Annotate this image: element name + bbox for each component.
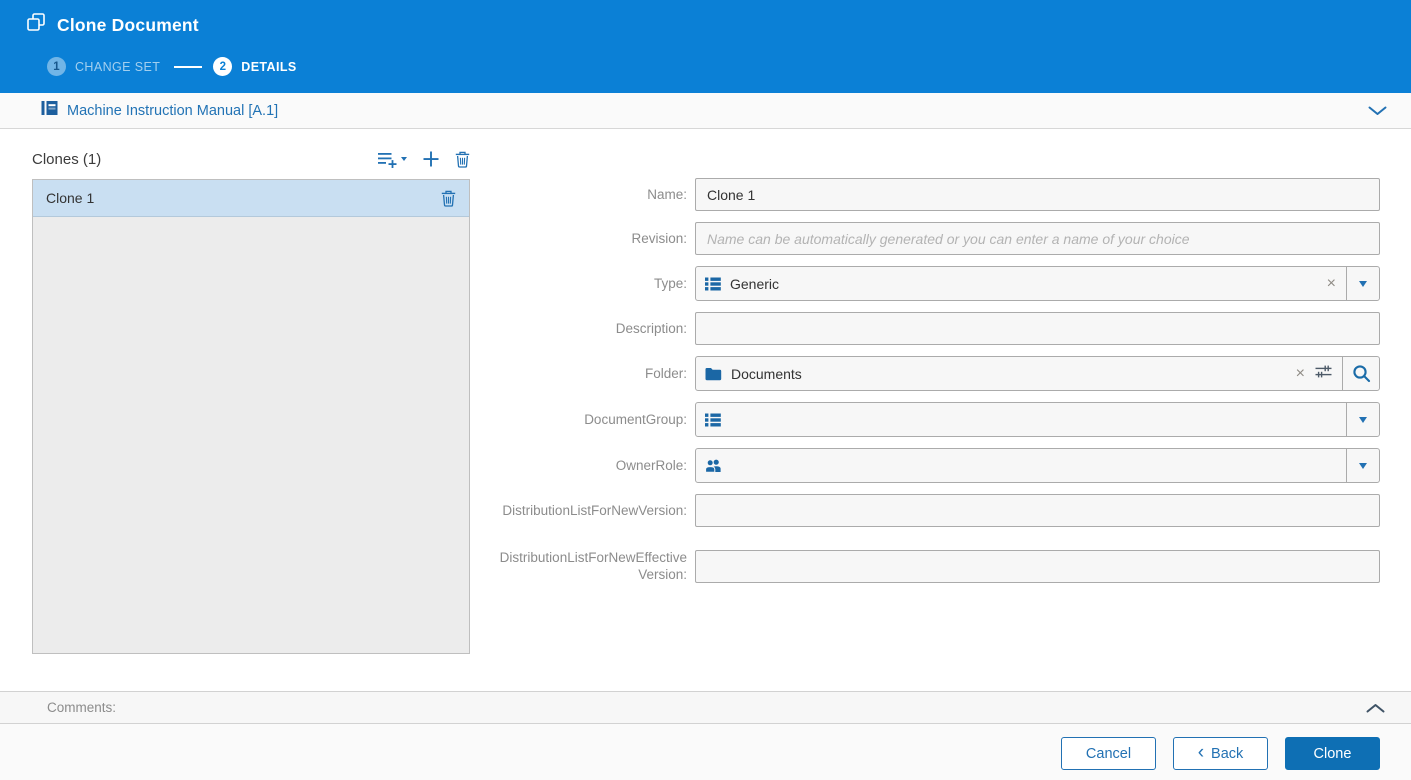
chevron-down-icon — [1359, 462, 1367, 469]
owner-role-combobox[interactable] — [695, 448, 1380, 483]
step-2-label: DETAILS — [241, 59, 297, 74]
clone-item-name: Clone 1 — [46, 190, 95, 206]
add-clone-button[interactable] — [423, 151, 439, 167]
description-label: Description: — [615, 321, 687, 336]
document-group-dropdown-button[interactable] — [1346, 403, 1379, 436]
comments-section-bar[interactable]: Comments: — [0, 691, 1411, 724]
revision-input[interactable] — [695, 222, 1380, 255]
delete-clone-item-button[interactable] — [441, 190, 456, 207]
clones-panel: Clones (1) Clone 1 — [32, 148, 470, 654]
chevron-down-icon — [1359, 280, 1367, 287]
chevron-left-icon: ‹ — [1197, 742, 1205, 763]
folder-value: Documents — [731, 365, 802, 382]
back-button-label: Back — [1211, 745, 1244, 762]
dialog-header: Clone Document 1 CHANGE SET 2 DETAILS — [0, 0, 1411, 93]
search-icon — [1352, 365, 1370, 383]
list-item-clone-1[interactable]: Clone 1 — [33, 180, 469, 217]
name-input[interactable] — [695, 178, 1380, 211]
plus-icon — [423, 151, 439, 167]
comments-label: Comments: — [47, 700, 117, 715]
document-group-combobox[interactable] — [695, 402, 1380, 437]
source-document-bar[interactable]: Machine Instruction Manual [A.1] — [0, 93, 1411, 129]
folder-combobox[interactable]: Documents × — [695, 356, 1380, 391]
description-input[interactable] — [695, 312, 1380, 345]
step-1-label[interactable]: CHANGE SET — [75, 60, 160, 74]
field-row-folder: Folder: Documents × — [492, 356, 1380, 391]
field-row-distribution-list-new-effective-version: DistributionListForNewEffectiveVersion: — [492, 549, 1380, 583]
type-combobox[interactable]: Generic × — [695, 266, 1380, 301]
document-icon — [41, 100, 58, 121]
add-multiple-clones-button[interactable] — [378, 151, 407, 168]
dialog-footer: Cancel ‹ Back Clone — [0, 724, 1411, 780]
step-2-circle[interactable]: 2 — [213, 57, 233, 76]
clear-icon[interactable]: × — [1327, 275, 1336, 292]
field-row-document-group: DocumentGroup: — [492, 402, 1380, 437]
clones-panel-title: Clones (1) — [32, 150, 102, 168]
name-label: Name: — [647, 187, 687, 202]
type-label: Type: — [653, 276, 687, 291]
type-dropdown-button[interactable] — [1346, 267, 1379, 300]
chevron-up-icon[interactable] — [1366, 703, 1385, 713]
clones-list: Clone 1 — [32, 179, 470, 654]
folder-icon — [705, 367, 722, 380]
field-row-name: Name: — [492, 178, 1380, 211]
field-row-revision: Revision: — [492, 222, 1380, 255]
cancel-button[interactable]: Cancel — [1061, 737, 1156, 770]
clone-button[interactable]: Clone — [1285, 737, 1380, 770]
people-icon — [705, 459, 721, 473]
step-1-circle[interactable]: 1 — [47, 57, 66, 76]
field-row-distribution-list-new-version: DistributionListForNewVersion: — [492, 494, 1380, 527]
add-list-icon — [378, 152, 397, 168]
owner-role-label: OwnerRole: — [615, 458, 687, 473]
folder-label: Folder: — [644, 366, 687, 381]
distribution-list-new-effective-version-label: DistributionListForNewEffectiveVersion: — [499, 550, 687, 582]
type-value: Generic — [730, 275, 780, 292]
field-row-type: Type: Generic × — [492, 266, 1380, 301]
chevron-down-icon — [1359, 416, 1367, 423]
clone-details-form: Name: Revision: Type: Generic — [492, 178, 1380, 594]
folder-search-button[interactable] — [1342, 357, 1379, 390]
document-group-label: DocumentGroup: — [584, 412, 687, 427]
field-row-owner-role: OwnerRole: — [492, 448, 1380, 483]
distribution-list-new-version-label: DistributionListForNewVersion: — [502, 503, 687, 518]
back-button[interactable]: ‹ Back — [1173, 737, 1268, 770]
filter-sliders-icon[interactable] — [1315, 364, 1332, 384]
wizard-stepper: 1 CHANGE SET 2 DETAILS — [47, 57, 297, 76]
trash-icon — [441, 190, 456, 207]
type-list-icon — [705, 277, 721, 290]
group-list-icon — [705, 413, 721, 426]
page-title: Clone Document — [57, 14, 199, 35]
cancel-button-label: Cancel — [1085, 745, 1132, 762]
stepper-connector — [174, 65, 203, 68]
chevron-down-icon[interactable] — [1368, 106, 1387, 116]
clear-icon[interactable]: × — [1296, 365, 1305, 382]
distribution-list-new-effective-version-input[interactable] — [695, 549, 1380, 583]
field-row-description: Description: — [492, 312, 1380, 345]
distribution-list-new-version-input[interactable] — [695, 494, 1380, 527]
trash-icon — [455, 151, 470, 168]
chevron-down-icon — [401, 157, 407, 161]
delete-clone-button[interactable] — [455, 151, 470, 168]
clone-button-label: Clone — [1313, 745, 1352, 762]
revision-label: Revision: — [631, 231, 687, 246]
owner-role-dropdown-button[interactable] — [1346, 449, 1379, 482]
clone-document-icon — [27, 13, 46, 37]
document-title: Machine Instruction Manual [A.1] — [67, 102, 279, 119]
